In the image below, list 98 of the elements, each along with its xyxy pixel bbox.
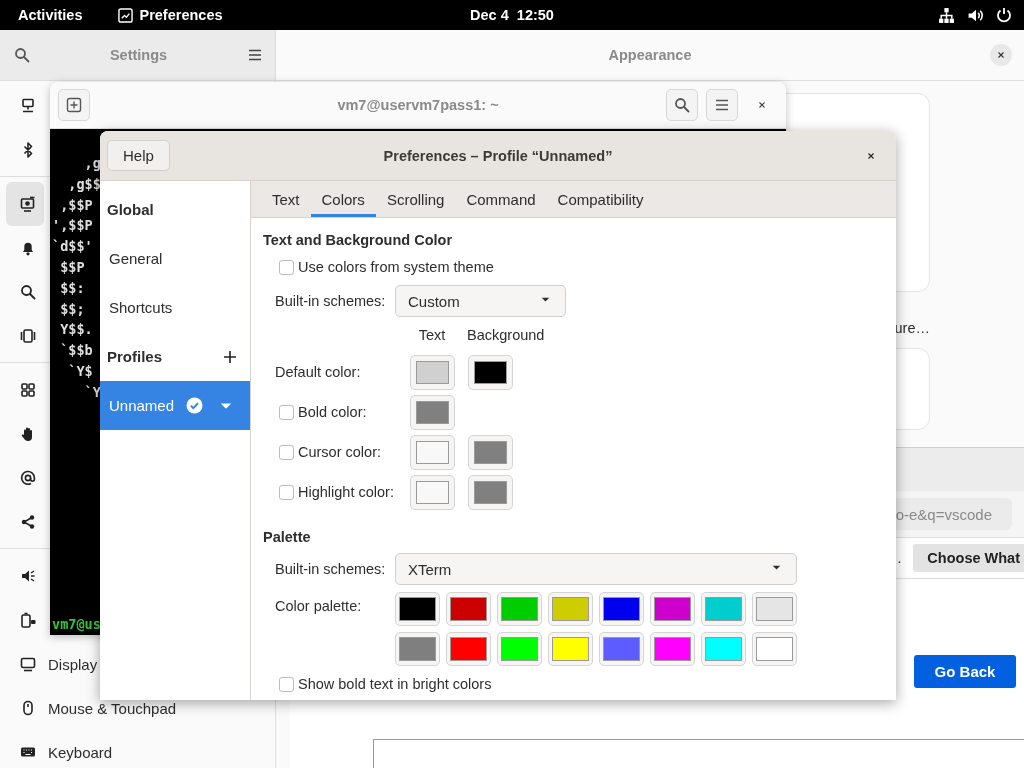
tab[interactable]: Command [455,184,547,217]
tab[interactable]: Text [261,184,311,217]
search-icon [674,97,690,113]
field-label: Built-in schemes: [275,293,386,309]
notification-text: . [897,550,902,566]
check-circle-icon [186,397,204,414]
section-heading: Text and Background Color [263,231,453,250]
terminal-text: ,g [83,154,101,173]
power-icon[interactable] [996,7,1012,23]
terminal-text: ',$$P [52,216,93,236]
profile-name: Unnamed [109,397,175,414]
monitor-icon [20,196,36,212]
checkbox[interactable] [279,676,294,692]
at-sign-icon [20,470,36,486]
app-menu[interactable]: Preferences [118,7,223,23]
color-button[interactable] [468,354,513,390]
battery-icon [20,612,36,628]
pane-title: Appearance [608,47,692,63]
mouse-icon [20,700,36,716]
sidebar-item[interactable]: Display [6,642,269,686]
checkbox[interactable] [279,404,294,420]
close-icon [757,100,767,110]
terminal-text: `$$b [59,341,93,361]
close-icon [866,150,876,161]
plus-icon[interactable] [222,348,238,365]
menu-icon[interactable] [247,47,263,63]
terminal-text: $$: [59,278,85,298]
sidebar-item[interactable] [6,182,44,226]
close-icon [996,50,1006,60]
profile-item[interactable]: Unnamed [100,381,250,430]
bell-icon [20,240,36,256]
window-title: Settings [109,47,168,63]
color-button[interactable] [468,474,513,510]
menu-icon [714,97,730,113]
checkbox-label: Show bold text in bright colors [298,676,492,692]
checkbox-label: Bold color: [298,404,367,420]
activities-button[interactable]: Activities [18,7,83,23]
help-button[interactable]: Help [107,140,170,171]
checkbox[interactable] [279,259,294,275]
sidebar-item[interactable]: General [100,234,250,283]
app-icon [118,7,134,23]
dialog-title: Preferences – Profile “Unnamed” [383,147,613,164]
display-icon [20,656,36,672]
field-label: Built-in schemes: [275,561,386,577]
go-back-button[interactable]: Go Back [914,655,1016,688]
tab[interactable]: Scrolling [375,184,456,217]
menu-button[interactable] [706,89,738,121]
terminal-text: $$P [59,258,85,277]
checkbox[interactable] [279,484,294,500]
grid-icon [20,382,36,398]
computer-icon [20,98,36,114]
tab[interactable]: Colors [310,184,376,217]
choose-button[interactable]: Choose What [913,544,1024,572]
network-icon[interactable] [938,6,955,24]
terminal-text: `Y [83,382,101,402]
checkbox[interactable] [279,444,294,460]
section-heading: Palette [263,528,311,547]
new-tab-button[interactable] [58,89,90,121]
sidebar-item[interactable]: Shortcuts [100,283,250,332]
terminal-text: `Y$ [67,361,93,381]
share-icon [20,514,36,530]
checkbox-label: Cursor color: [298,444,381,460]
terminal-prompt: vm7@us [52,616,101,632]
column-header: Text [417,327,447,343]
search-button[interactable] [666,89,698,121]
sidebar-label: Mouse & Touchpad [48,699,177,717]
terminal-text: ,$$P [59,195,93,215]
sidebar-item[interactable]: Mouse & Touchpad [6,686,269,730]
search-icon [20,284,36,300]
terminal-text: Y$$. [59,320,93,340]
panels-icon [20,328,36,344]
field-label: Color palette: [275,598,362,614]
sidebar-item[interactable]: Keyboard [6,730,269,768]
search-icon[interactable] [14,47,30,63]
dropdown[interactable]: XTerm [395,553,797,585]
window-title: vm7@uservm7pass1: ~ [337,97,499,113]
tab[interactable]: Compatibility [546,184,655,217]
field-label: Default color: [275,364,361,380]
color-button[interactable] [468,434,513,470]
section-heading: Profiles [107,348,164,365]
clock[interactable]: Dec 4 12:50 [470,7,554,23]
close-button[interactable] [990,44,1012,66]
column-header: Background [467,327,545,343]
terminal-text: ,g$$ [67,174,101,194]
color-button[interactable] [410,354,455,390]
speaker-icon [20,568,36,584]
sidebar-label: Keyboard [48,743,113,761]
color-button[interactable] [410,394,455,430]
checkbox-label: Highlight color: [298,484,394,500]
color-button[interactable] [410,474,455,510]
color-button[interactable] [410,434,455,470]
terminal-text: $$; [59,299,85,319]
checkbox-label: Use colors from system theme [298,259,494,275]
section-heading: Global [107,201,155,218]
dropdown[interactable]: Custom [395,285,566,317]
plus-square-icon [66,97,82,113]
terminal-text: `d$$' [52,237,93,257]
sidebar-label: Display [48,655,98,673]
